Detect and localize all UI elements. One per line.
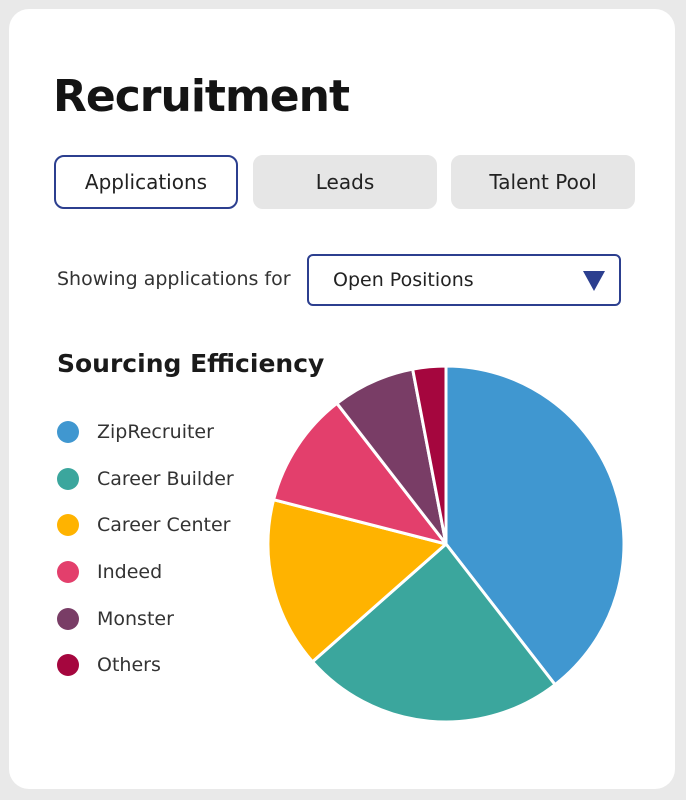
pie-chart bbox=[266, 364, 626, 724]
recruitment-card: Recruitment Applications Leads Talent Po… bbox=[9, 9, 675, 789]
